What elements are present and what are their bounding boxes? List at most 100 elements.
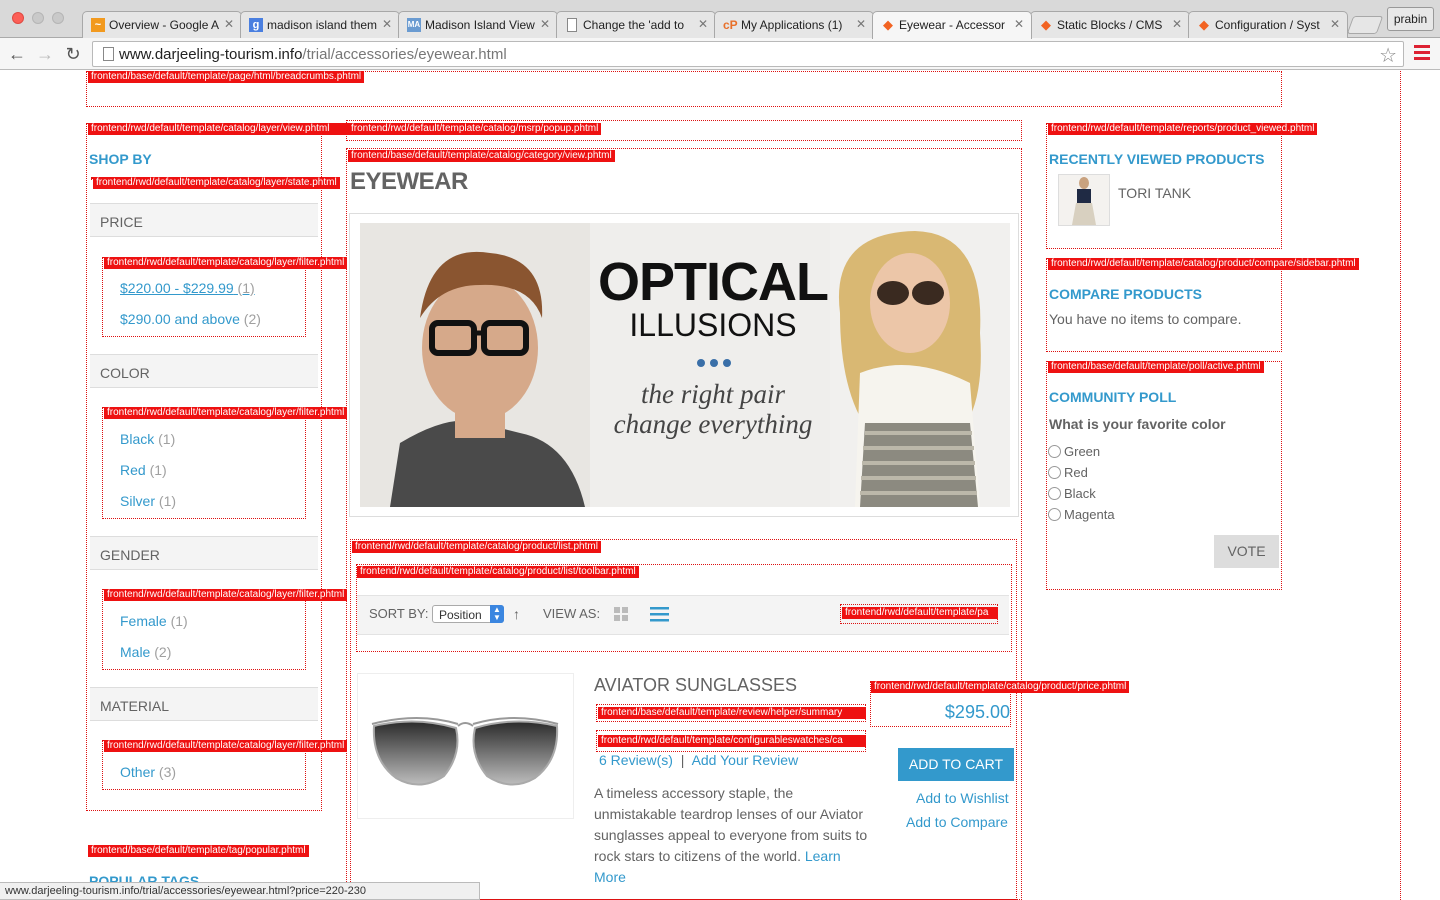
browser-tab[interactable]: cP My Applications (1) ✕ (714, 11, 874, 38)
reviews-link[interactable]: 6 Review(s) (599, 752, 673, 768)
ma-icon: MA (407, 18, 421, 32)
filter-heading-price[interactable]: PRICE (90, 203, 318, 237)
close-tab-icon[interactable]: ✕ (1014, 17, 1024, 31)
browser-tab-active[interactable]: ◆ Eyewear - Accessor ✕ (872, 11, 1032, 39)
category-banner[interactable]: OPTICAL ILLUSIONS the right pair change … (360, 223, 1010, 507)
close-tab-icon[interactable]: ✕ (698, 17, 708, 31)
template-hint: frontend/rwd/default/template/catalog/la… (104, 589, 348, 601)
poll-option-black[interactable]: Black (1048, 486, 1096, 501)
page-title: EYEWEAR (350, 168, 468, 195)
filter-option-price-290[interactable]: $290.00 and above (2) (120, 311, 261, 327)
google-icon: g (249, 18, 263, 32)
browser-tab[interactable]: ~ Overview - Google A ✕ (82, 11, 242, 38)
minimize-window-button[interactable] (32, 12, 44, 24)
close-window-button[interactable] (12, 12, 24, 24)
filter-option-price-220[interactable]: $220.00 - $229.99 (1) (120, 280, 255, 296)
filter-option-red[interactable]: Red (1) (120, 462, 167, 478)
review-separator: | (680, 752, 685, 768)
browser-tab[interactable]: g madison island them ✕ (240, 11, 400, 38)
page-icon (103, 47, 114, 61)
page-content: frontend/base/default/template/page/html… (0, 71, 1440, 900)
tab-title: My Applications (1) (741, 18, 843, 32)
close-tab-icon[interactable]: ✕ (540, 17, 550, 31)
add-to-wishlist-link[interactable]: Add to Wishlist (916, 790, 1009, 806)
close-tab-icon[interactable]: ✕ (856, 17, 866, 31)
radio-button[interactable] (1048, 487, 1061, 500)
filter-option-other[interactable]: Other (3) (120, 764, 176, 780)
radio-button[interactable] (1048, 466, 1061, 479)
filter-heading-color[interactable]: COLOR (90, 354, 318, 388)
compare-empty-text: You have no items to compare. (1049, 311, 1242, 327)
sort-by-select[interactable]: Position ▲ ▼ (432, 605, 504, 623)
page-border (1400, 71, 1401, 900)
recent-item-name[interactable]: TORI TANK (1118, 185, 1191, 201)
add-review-link[interactable]: Add Your Review (692, 752, 799, 768)
browser-toolbar: ← → ↻ www.darjeeling-tourism.info/trial/… (0, 38, 1440, 70)
list-view-icon[interactable] (650, 606, 669, 622)
vote-button[interactable]: VOTE (1214, 535, 1279, 568)
tab-title: Static Blocks / CMS (1057, 18, 1163, 32)
close-tab-icon[interactable]: ✕ (382, 17, 392, 31)
new-tab-button[interactable] (1346, 16, 1384, 34)
zoom-window-button[interactable] (52, 12, 64, 24)
radio-button[interactable] (1048, 445, 1061, 458)
browser-tab[interactable]: MA Madison Island View ✕ (398, 11, 558, 38)
back-arrow-icon[interactable]: ← (6, 43, 28, 65)
template-hint: frontend/base/default/template/tag/popul… (88, 845, 309, 857)
product-description: A timeless accessory staple, the unmista… (594, 783, 876, 888)
filter-option-female[interactable]: Female (1) (120, 613, 188, 629)
chevron-updown-icon: ▲ ▼ (490, 605, 504, 623)
filter-heading-material[interactable]: MATERIAL (90, 687, 318, 721)
filter-option-silver[interactable]: Silver (1) (120, 493, 176, 509)
poll-option-red[interactable]: Red (1048, 465, 1088, 480)
poll-option-magenta[interactable]: Magenta (1048, 507, 1115, 522)
tab-title: Eyewear - Accessor (899, 18, 1006, 32)
poll-option-green[interactable]: Green (1048, 444, 1100, 459)
chart-icon: ~ (91, 18, 105, 32)
review-links: 6 Review(s) | Add Your Review (599, 752, 798, 768)
filter-heading-gender[interactable]: GENDER (90, 536, 318, 570)
sort-direction-arrow-icon[interactable]: ↑ (513, 606, 520, 622)
close-tab-icon[interactable]: ✕ (1172, 17, 1182, 31)
page-icon (567, 18, 577, 32)
template-hint: frontend/rwd/default/template/catalog/ms… (348, 123, 602, 135)
filter-option-black[interactable]: Black (1) (120, 431, 175, 447)
template-hint: frontend/rwd/default/template/catalog/la… (104, 407, 348, 419)
close-tab-icon[interactable]: ✕ (1330, 17, 1340, 31)
cpanel-icon: cP (723, 18, 738, 32)
template-hint: frontend/rwd/default/template/catalog/pr… (357, 566, 639, 578)
add-to-cart-button[interactable]: ADD TO CART (898, 748, 1014, 781)
product-name-link[interactable]: AVIATOR SUNGLASSES (594, 675, 797, 696)
profile-button[interactable]: prabin (1387, 7, 1434, 31)
template-hint: frontend/rwd/default/template/catalog/pr… (871, 681, 1130, 693)
add-to-compare-link[interactable]: Add to Compare (906, 814, 1008, 830)
template-hint: frontend/rwd/default/template/catalog/la… (104, 740, 348, 752)
template-hint: frontend/rwd/default/template/catalog/la… (88, 123, 348, 135)
sort-by-value: Position (439, 608, 482, 622)
tank-top-image (1072, 177, 1096, 225)
menu-icon[interactable] (1414, 45, 1430, 61)
grid-view-icon[interactable] (614, 607, 628, 621)
template-hint: frontend/rwd/default/template/pa (842, 607, 998, 619)
template-hint: frontend/base/default/template/poll/acti… (1048, 361, 1264, 373)
browser-tab[interactable]: Change the 'add to ✕ (556, 11, 716, 38)
recent-item-thumbnail[interactable] (1058, 174, 1110, 226)
aviator-sunglasses-image (371, 717, 559, 786)
status-bar-url: www.darjeeling-tourism.info/trial/access… (0, 882, 480, 900)
address-bar[interactable]: www.darjeeling-tourism.info/trial/access… (92, 41, 1404, 67)
browser-tab[interactable]: ◆ Configuration / Syst ✕ (1188, 11, 1348, 38)
banner-headline: OPTICAL (598, 252, 829, 312)
banner-tagline-1: the right pair (640, 379, 785, 409)
template-hint: frontend/rwd/default/template/configurab… (598, 735, 866, 747)
bookmark-star-icon[interactable]: ☆ (1379, 43, 1397, 68)
magento-icon: ◆ (1199, 17, 1209, 32)
banner-tagline-2: change everything (613, 409, 813, 439)
browser-tab[interactable]: ◆ Static Blocks / CMS ✕ (1030, 11, 1190, 38)
reload-icon[interactable]: ↻ (62, 43, 84, 65)
shop-by-title: SHOP BY (89, 151, 152, 167)
forward-arrow-icon[interactable]: → (34, 43, 56, 65)
filter-option-male[interactable]: Male (2) (120, 644, 171, 660)
radio-button[interactable] (1048, 508, 1061, 521)
close-tab-icon[interactable]: ✕ (224, 17, 234, 31)
product-image-link[interactable] (357, 673, 574, 819)
